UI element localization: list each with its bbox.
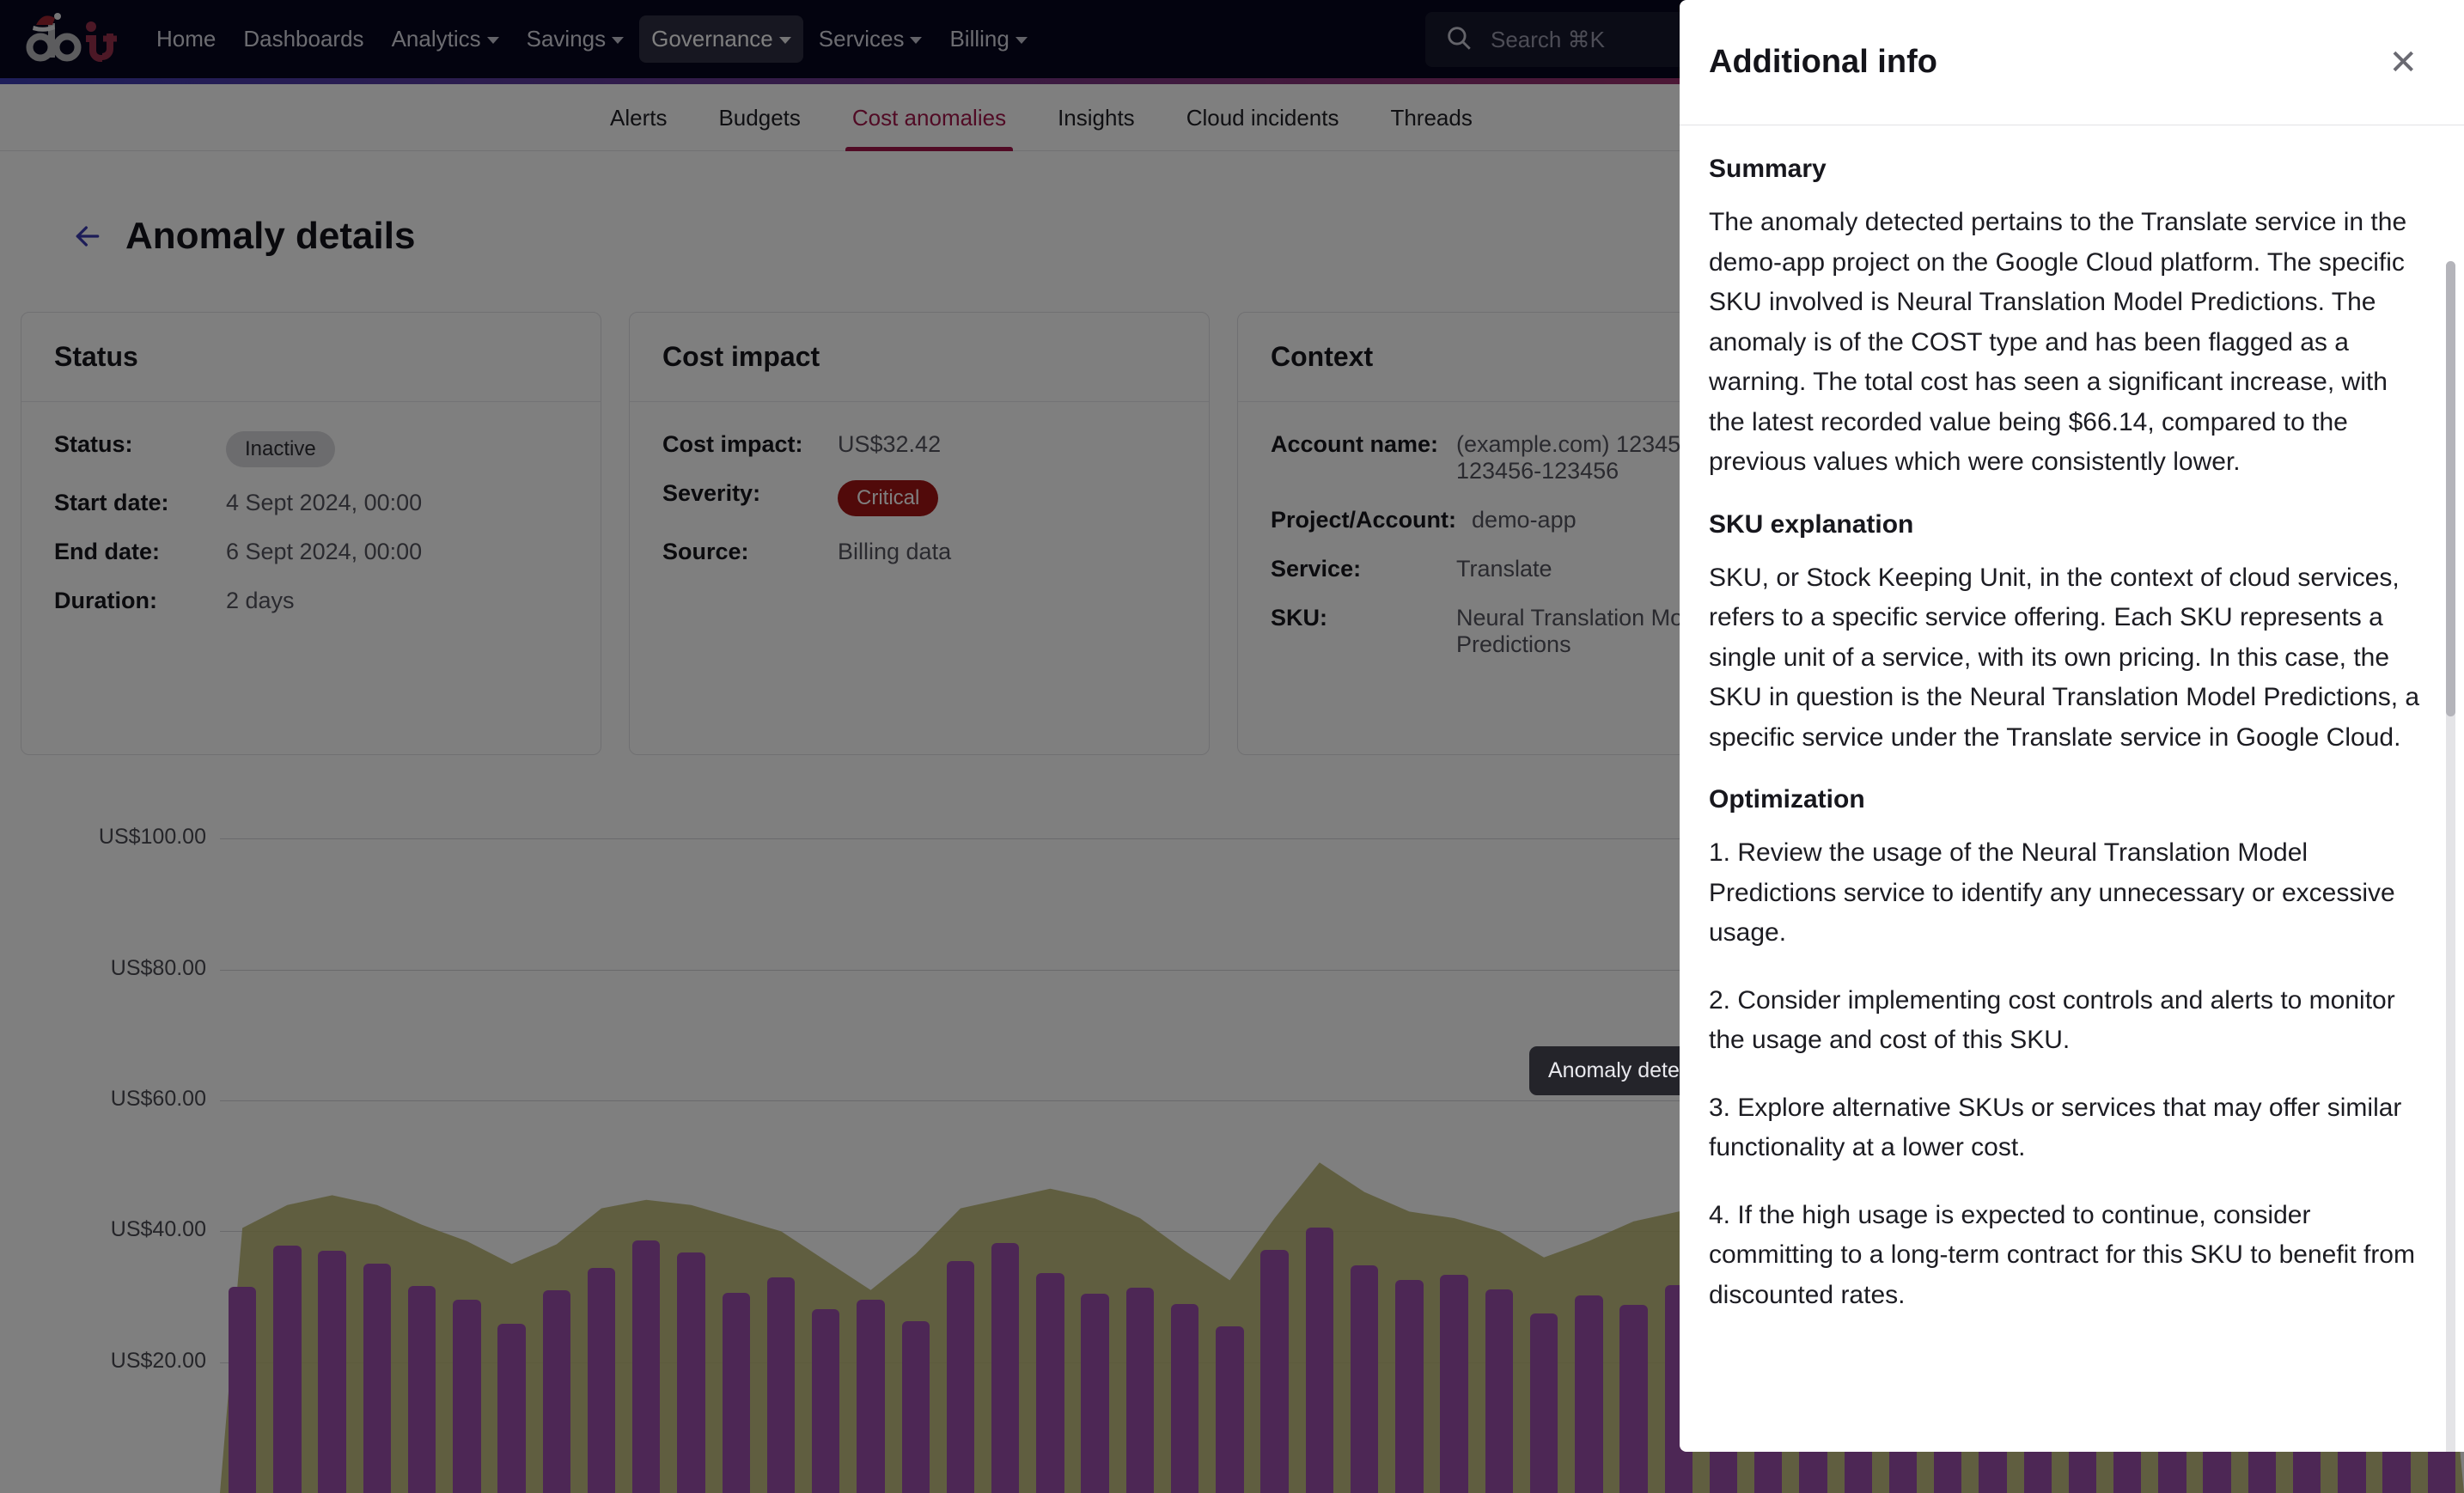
drawer-header: Additional info ✕ [1680, 0, 2464, 125]
drawer-section-heading: Optimization [1709, 785, 1865, 814]
close-icon[interactable]: ✕ [2388, 46, 2418, 80]
drawer-section-heading: Summary [1709, 155, 1827, 183]
drawer-paragraph: 4. If the high usage is expected to cont… [1709, 1200, 2415, 1309]
drawer-content: Summary The anomaly detected pertains to … [1680, 125, 2464, 1452]
drawer-title: Additional info [1709, 44, 1937, 80]
drawer-paragraph: 3. Explore alternative SKUs or services … [1709, 1093, 2402, 1162]
drawer-paragraph: SKU, or Stock Keeping Unit, in the conte… [1709, 563, 2420, 752]
drawer-section-heading: SKU explanation [1709, 509, 1914, 539]
additional-info-drawer: Additional info ✕ Summary The anomaly det… [1680, 0, 2464, 1452]
drawer-scrollbar[interactable] [2446, 261, 2455, 1452]
scrollbar-thumb[interactable] [2446, 261, 2455, 716]
drawer-paragraph: The anomaly detected pertains to the Tra… [1709, 208, 2407, 476]
drawer-paragraph: 2. Consider implementing cost controls a… [1709, 985, 2395, 1055]
drawer-paragraph: 1. Review the usage of the Neural Transl… [1709, 838, 2395, 947]
